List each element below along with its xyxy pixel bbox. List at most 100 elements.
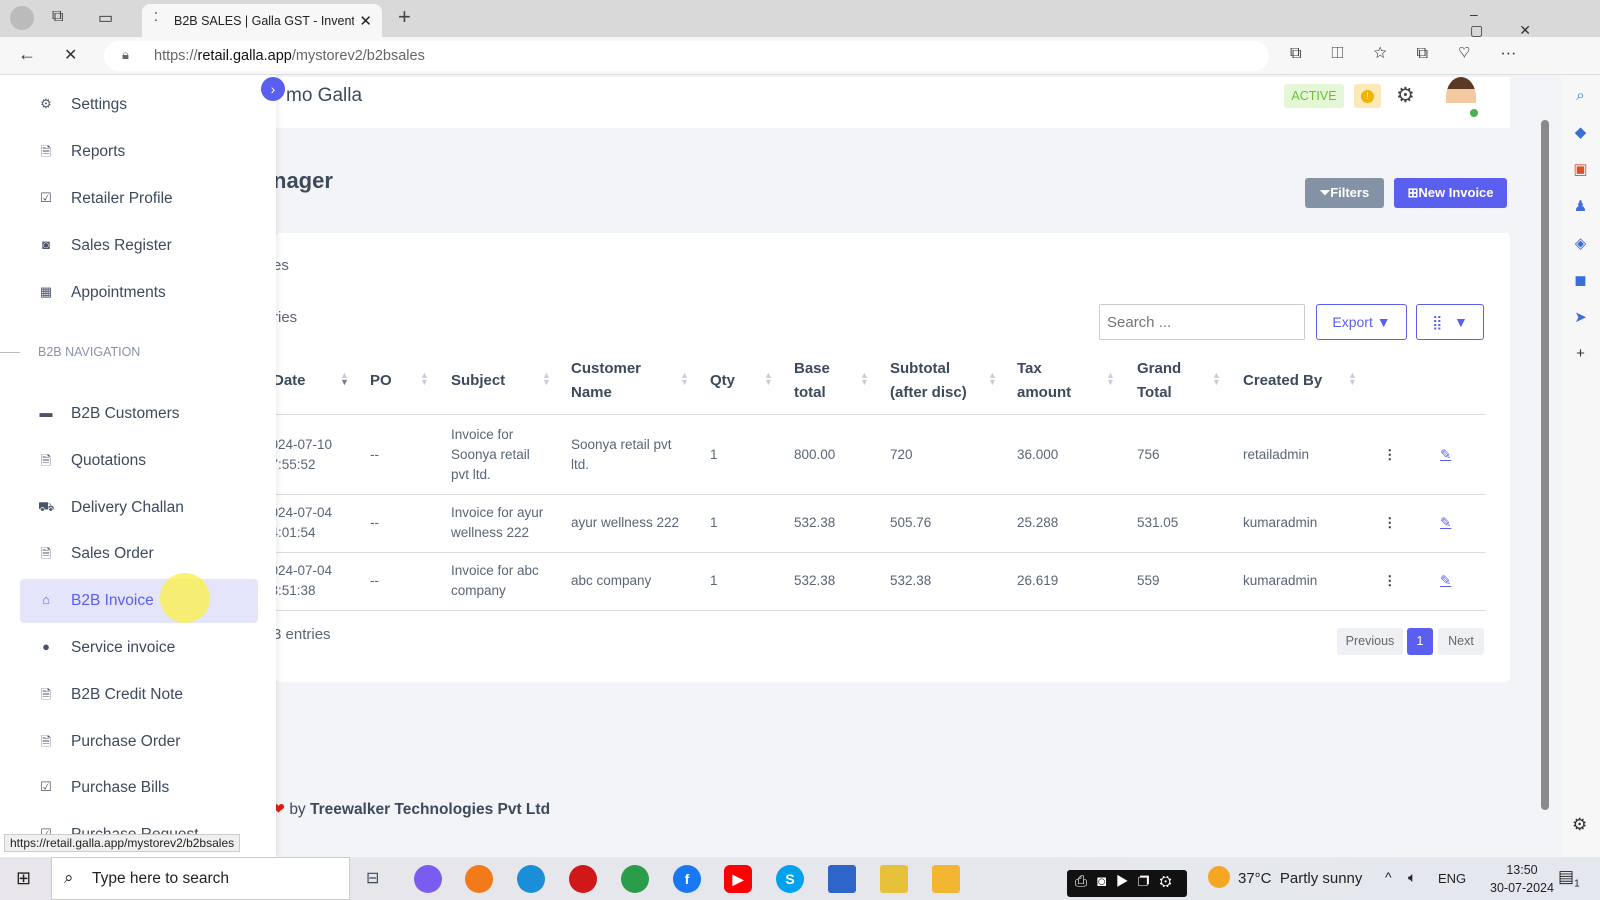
- outlook-icon[interactable]: ◼: [1574, 271, 1586, 289]
- window-controls[interactable]: –▢✕: [1470, 6, 1600, 39]
- search-input[interactable]: [1099, 304, 1305, 340]
- sort-icon[interactable]: ▲ ▼: [680, 371, 689, 387]
- games-icon[interactable]: ♟: [1574, 197, 1587, 215]
- column-header[interactable]: Qty: [710, 369, 735, 393]
- sort-icon[interactable]: ▲ ▼: [340, 371, 349, 387]
- sidebar-item-reports[interactable]: 🗎︎ Reports: [20, 130, 258, 174]
- sidebar-item-purchase-order[interactable]: 🗎︎ Purchase Order: [20, 720, 258, 764]
- language-indicator[interactable]: ENG: [1438, 871, 1466, 886]
- workspaces-icon[interactable]: ⧉: [52, 8, 63, 26]
- export-button[interactable]: Export ▼: [1316, 304, 1407, 340]
- sidebar-item-settings[interactable]: ⚙ Settings: [20, 83, 258, 127]
- filters-button[interactable]: ⏷Filters: [1305, 178, 1384, 208]
- stop-loading-icon[interactable]: ✕: [64, 45, 77, 65]
- file-explorer-icon[interactable]: [932, 865, 960, 893]
- row-actions-menu-icon[interactable]: ⋮: [1383, 445, 1397, 465]
- scrollbar[interactable]: [1539, 80, 1551, 850]
- sidebar-item-sales-register[interactable]: ◙ Sales Register: [20, 224, 258, 268]
- cell-tax: 25.288: [1017, 515, 1059, 530]
- windows-start-icon[interactable]: ⊞: [16, 868, 31, 889]
- sidebar-item-delivery-challan[interactable]: ⛟ Delivery Challan: [20, 486, 258, 530]
- url-domain: retail.galla.app: [197, 48, 292, 64]
- tray-chevron-icon[interactable]: ^: [1385, 869, 1392, 885]
- column-visibility-button[interactable]: ⣿ ▼: [1416, 304, 1484, 340]
- add-icon[interactable]: +: [1576, 345, 1585, 362]
- status-url-tooltip: https://retail.galla.app/mystorev2/b2bsa…: [4, 834, 241, 852]
- footer-company-link[interactable]: Treewalker Technologies Pvt Ltd: [310, 801, 550, 818]
- volume-icon[interactable]: 🔈︎: [1408, 869, 1416, 886]
- avatar[interactable]: [1446, 77, 1478, 117]
- copilot-icon[interactable]: ◈: [1575, 234, 1587, 252]
- notifications-icon[interactable]: ▤1: [1558, 867, 1580, 889]
- sort-icon[interactable]: ▲ ▼: [988, 371, 997, 387]
- gear-icon[interactable]: ⚙: [1396, 83, 1415, 108]
- send-icon[interactable]: ➤: [1574, 308, 1587, 326]
- notice-badge[interactable]: !: [1354, 84, 1381, 108]
- row-actions-menu-icon[interactable]: ⋮: [1383, 571, 1397, 591]
- new-tab-icon[interactable]: +: [398, 4, 411, 30]
- close-tab-icon[interactable]: ✕: [359, 12, 372, 30]
- new-invoice-button[interactable]: ⊞New Invoice: [1394, 178, 1507, 208]
- skype-icon[interactable]: S: [776, 865, 804, 893]
- copilot-app-icon[interactable]: [414, 865, 442, 893]
- column-header[interactable]: Date: [273, 369, 306, 393]
- app-icon[interactable]: [880, 865, 908, 893]
- sidebar-toggle-button[interactable]: ›: [261, 77, 285, 101]
- sidebar-item-b2b-invoice[interactable]: ⌂ B2B Invoice: [20, 579, 258, 624]
- edit-icon[interactable]: ✎: [1440, 513, 1451, 533]
- column-header[interactable]: Created By: [1243, 369, 1322, 393]
- sort-icon[interactable]: ▲ ▼: [860, 371, 869, 387]
- youtube-icon[interactable]: ▶: [724, 865, 752, 893]
- sidebar-item-b2b-customers[interactable]: ▬ B2B Customers: [20, 392, 258, 436]
- edge-icon[interactable]: [517, 865, 545, 893]
- capture-toolbar[interactable]: ⎙◙▶❐⚙: [1067, 870, 1187, 897]
- sort-icon[interactable]: ▲ ▼: [420, 371, 429, 387]
- sort-icon[interactable]: ▲ ▼: [542, 371, 551, 387]
- sort-icon[interactable]: ▲ ▼: [1212, 371, 1221, 387]
- toolbox-icon[interactable]: ▣: [1573, 160, 1587, 178]
- store-icon[interactable]: [828, 865, 856, 893]
- sort-icon[interactable]: ▲ ▼: [1106, 371, 1115, 387]
- clock[interactable]: 13:50 30-07-2024: [1490, 861, 1554, 897]
- chrome-icon[interactable]: [621, 865, 649, 893]
- sidebar-item-appointments[interactable]: ▦ Appointments: [20, 271, 258, 315]
- firefox-icon[interactable]: [465, 865, 493, 893]
- sidebar-item-sales-order[interactable]: 🗎︎ Sales Order: [20, 532, 258, 576]
- column-header[interactable]: Subject: [451, 369, 505, 393]
- search-icon[interactable]: ⌕: [1576, 87, 1584, 104]
- next-page-button[interactable]: Next: [1438, 628, 1484, 655]
- facebook-icon[interactable]: f: [673, 865, 701, 893]
- sidebar-item-b2b-credit-note[interactable]: 🗎︎ B2B Credit Note: [20, 673, 258, 717]
- url-input[interactable]: 🔒︎ https://retail.galla.app/mystorev2/b2…: [104, 41, 1269, 71]
- column-header[interactable]: Base total: [794, 357, 830, 405]
- column-header[interactable]: Grand Total: [1137, 357, 1181, 405]
- file-icon: 🗎︎: [40, 686, 52, 702]
- page-1-button[interactable]: 1: [1407, 628, 1433, 655]
- column-header[interactable]: PO: [370, 369, 392, 393]
- column-header-line1: Subtotal: [890, 360, 950, 377]
- browser-toolbar-icons[interactable]: ⧉◫☆⧉♡⋯: [1290, 45, 1546, 63]
- weather-text[interactable]: 37°C Partly sunny: [1238, 870, 1362, 887]
- sidebar-item-service-invoice[interactable]: ● Service invoice: [20, 626, 258, 670]
- column-header[interactable]: Tax amount: [1017, 357, 1071, 405]
- edit-icon[interactable]: ✎: [1440, 445, 1451, 465]
- column-header[interactable]: Customer Name: [571, 357, 641, 405]
- sort-icon[interactable]: ▲ ▼: [1348, 371, 1357, 387]
- sidebar-item-retailer-profile[interactable]: ☑ Retailer Profile: [20, 177, 258, 221]
- tab-b2b-sales[interactable]: ⁚ B2B SALES | Galla GST - Inventory ✕: [142, 4, 382, 37]
- edit-icon[interactable]: ✎: [1440, 571, 1451, 591]
- sidebar-item-quotations[interactable]: 🗎︎ Quotations: [20, 439, 258, 483]
- column-header[interactable]: Subtotal (after disc): [890, 357, 967, 405]
- record-icon[interactable]: [569, 865, 597, 893]
- row-actions-menu-icon[interactable]: ⋮: [1383, 513, 1397, 533]
- tab-actions-icon[interactable]: ▭: [98, 8, 113, 28]
- profile-icon[interactable]: [10, 6, 34, 30]
- sidebar-item-purchase-bills[interactable]: ☑ Purchase Bills: [20, 766, 258, 810]
- previous-page-button[interactable]: Previous: [1337, 628, 1403, 655]
- sort-icon[interactable]: ▲ ▼: [764, 371, 773, 387]
- task-view-icon[interactable]: ⊟: [366, 868, 379, 888]
- settings-icon[interactable]: ⚙: [1572, 815, 1587, 835]
- back-icon[interactable]: ←: [18, 44, 36, 65]
- taskbar-search-input[interactable]: ⌕ Type here to search: [51, 857, 350, 900]
- tag-icon[interactable]: ◆: [1575, 123, 1587, 141]
